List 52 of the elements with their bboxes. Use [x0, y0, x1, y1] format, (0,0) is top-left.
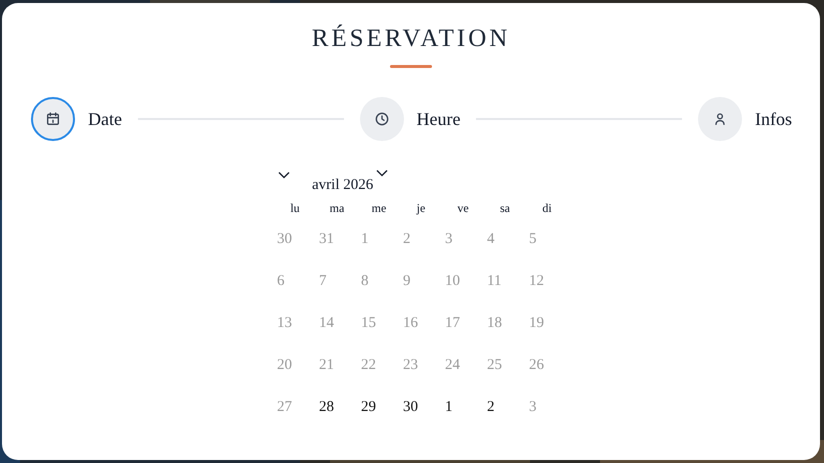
day-number: 2: [402, 230, 410, 249]
day-number: 15: [360, 314, 376, 333]
month-label: avril 2026: [312, 176, 374, 195]
day-number: 13: [276, 314, 292, 333]
day-number[interactable]: 2: [484, 396, 494, 418]
weekday-label: sa: [499, 200, 511, 217]
weekday-label: je: [415, 200, 426, 217]
weekday-label: me: [370, 200, 388, 217]
day-number: 20: [276, 356, 292, 375]
chevron-down-icon[interactable]: [376, 169, 388, 177]
day-number: 22: [360, 356, 376, 375]
weekday-label: ve: [456, 200, 470, 217]
day-number: 19: [528, 314, 544, 333]
day-number: 11: [486, 272, 502, 291]
step-label: Heure: [416, 108, 460, 130]
chevron-down-icon[interactable]: [278, 171, 290, 179]
day-number: 21: [318, 356, 334, 375]
day-number[interactable]: 28: [316, 396, 334, 418]
day-number: 9: [402, 272, 410, 291]
day-number: 31: [318, 230, 334, 249]
day-number: 23: [402, 356, 418, 375]
day-number: 5: [528, 230, 536, 249]
day-number: 25: [486, 356, 502, 375]
day-number: 8: [360, 272, 368, 291]
day-number[interactable]: 1: [442, 396, 452, 418]
weekday-label: di: [541, 200, 553, 217]
day-number: 18: [486, 314, 502, 333]
day-number: 3: [528, 398, 536, 417]
title-underline: [390, 65, 432, 68]
day-number: 27: [276, 398, 292, 417]
page-title: RÉSERVATION: [312, 24, 510, 54]
day-number: 30: [276, 230, 292, 249]
day-number: 26: [528, 356, 544, 375]
day-number[interactable]: 30: [400, 396, 418, 418]
day-number: 7: [318, 272, 326, 291]
day-number: 10: [444, 272, 460, 291]
day-number: 14: [318, 314, 334, 333]
day-number: 1: [360, 230, 368, 249]
day-number: 24: [444, 356, 460, 375]
day-number: 12: [528, 272, 544, 291]
day-number: 4: [486, 230, 494, 249]
clock-icon: [374, 111, 390, 127]
day-number: 3: [444, 230, 452, 249]
step-label: Infos: [755, 108, 792, 130]
day-number: 6: [276, 272, 284, 291]
calendar-icon: [45, 111, 61, 127]
step-label: Date: [88, 108, 122, 130]
day-number: 17: [444, 314, 460, 333]
weekday-label: ma: [328, 200, 346, 217]
day-number: 16: [402, 314, 418, 333]
day-number[interactable]: 29: [358, 396, 376, 418]
weekday-label: lu: [289, 200, 301, 217]
